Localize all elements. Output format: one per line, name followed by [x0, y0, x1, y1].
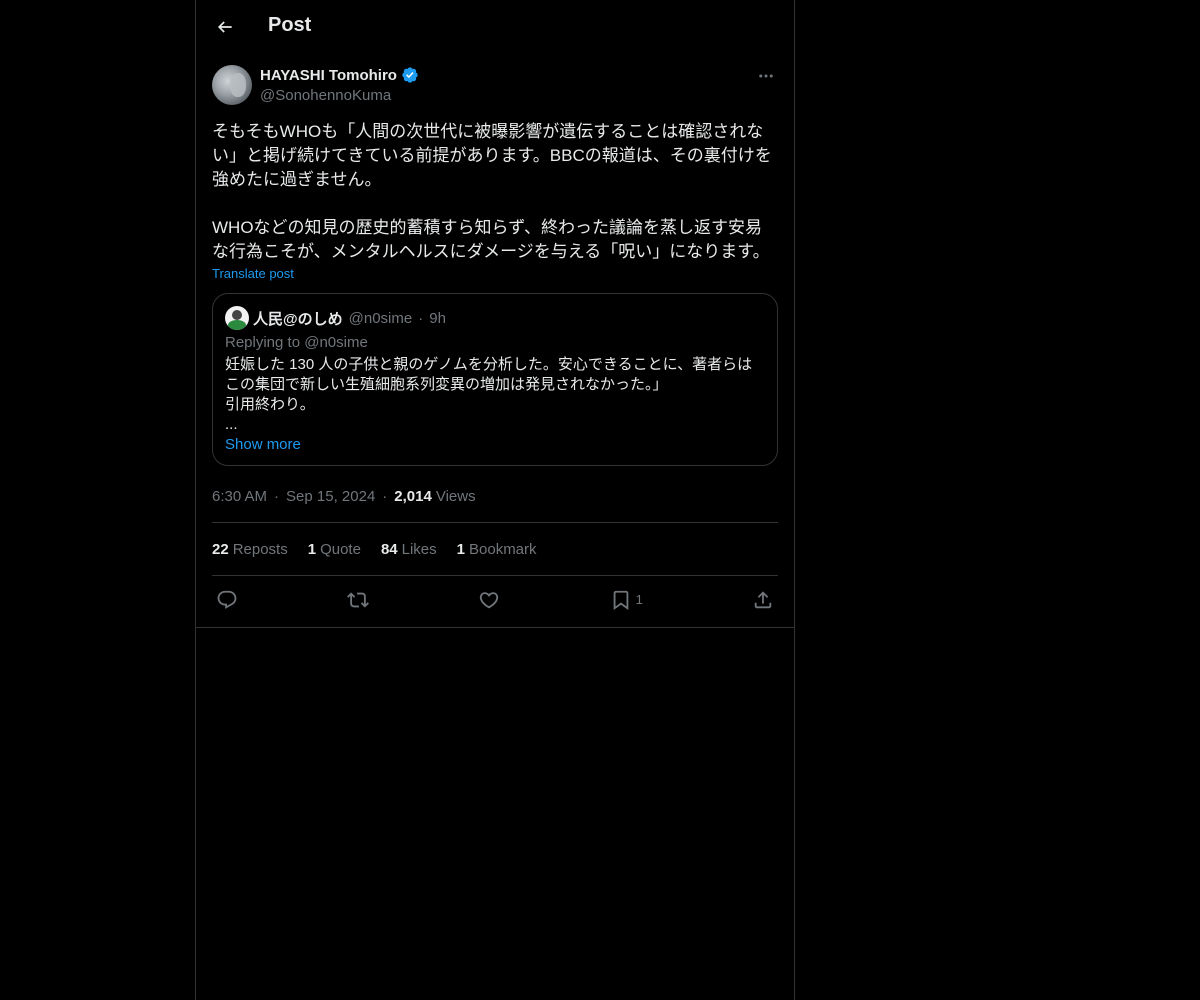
- bookmarks-count: 1: [456, 540, 465, 558]
- likes-stat[interactable]: 84 Likes: [381, 541, 437, 558]
- show-more-link[interactable]: Show more: [225, 435, 765, 455]
- author-name[interactable]: HAYASHI Tomohiro: [260, 67, 397, 84]
- engagement-stats: 22 Reposts 1 Quote 84 Likes 1 Bookmark: [212, 523, 778, 575]
- back-button[interactable]: [208, 10, 242, 44]
- likes-label: Likes: [401, 540, 437, 558]
- quote-author-handle: @n0sime: [348, 309, 413, 327]
- arrow-left-icon: [217, 21, 232, 33]
- main-column: Post HAYASHI Tomohiro @SonohennoKuma そもそ…: [195, 0, 795, 1000]
- separator-dot: ·: [418, 309, 424, 327]
- verified-badge-icon: [402, 67, 418, 83]
- quote-avatar: [225, 306, 249, 330]
- page-title: Post: [268, 14, 312, 36]
- quote-time: 9h: [429, 309, 446, 327]
- reposts-stat[interactable]: 22 Reposts: [212, 541, 288, 558]
- more-options-button[interactable]: [754, 66, 778, 86]
- quote-text: 妊娠した 130 人の子供と親のゲノムを分析した。安心できることに、著者らはこの…: [225, 356, 753, 433]
- heart-icon: [480, 591, 499, 608]
- separator-dot: ·: [274, 487, 280, 505]
- quotes-stat[interactable]: 1 Quote: [308, 541, 361, 558]
- reply-icon: [217, 590, 237, 609]
- views-count: 2,014: [394, 487, 432, 505]
- bookmarks-label: Bookmark: [469, 540, 537, 558]
- post-time[interactable]: 6:30 AM: [212, 488, 267, 505]
- quoted-post[interactable]: 人民@のしめ @n0sime · 9h Replying to @n0sime …: [212, 293, 778, 466]
- author-name-container[interactable]: HAYASHI Tomohiro: [260, 66, 419, 84]
- repost-icon: [347, 592, 370, 607]
- share-button[interactable]: [752, 589, 774, 611]
- like-button[interactable]: [478, 589, 500, 611]
- reply-button[interactable]: [216, 589, 238, 611]
- separator-dot: ·: [382, 487, 388, 505]
- bookmarks-stat[interactable]: 1 Bookmark: [457, 541, 537, 558]
- author-row: HAYASHI Tomohiro @SonohennoKuma: [212, 64, 778, 108]
- quotes-label: Quote: [320, 540, 361, 558]
- post-text: そもそもWHOも「人間の次世代に被曝影響が遺伝することは確認されない」と掲げ続け…: [212, 122, 772, 261]
- quote-author-name: 人民@のしめ: [253, 310, 343, 328]
- bookmark-icon: [613, 590, 628, 610]
- action-bar: 1: [212, 576, 778, 623]
- avatar[interactable]: [212, 65, 252, 105]
- author-handle[interactable]: @SonohennoKuma: [260, 87, 391, 104]
- divider: [196, 627, 794, 628]
- quote-author-row: 人民@のしめ @n0sime · 9h: [225, 306, 765, 330]
- quotes-count: 1: [307, 540, 317, 558]
- post-article: HAYASHI Tomohiro @SonohennoKuma そもそもWHOも…: [212, 64, 778, 623]
- views-label: Views: [435, 487, 476, 505]
- bookmark-count: 1: [635, 592, 643, 607]
- post-meta: 6:30 AM · Sep 15, 2024 · 2,014 Views: [212, 486, 778, 506]
- page-header: Post: [196, 0, 794, 53]
- more-horizontal-icon: [759, 74, 773, 78]
- reposts-label: Reposts: [232, 540, 288, 558]
- reposts-count: 22: [212, 540, 229, 558]
- replying-to: Replying to @n0sime: [225, 334, 368, 351]
- translate-post-link[interactable]: Translate post: [212, 266, 778, 281]
- likes-count: 84: [380, 540, 398, 558]
- post-date[interactable]: Sep 15, 2024: [286, 488, 375, 505]
- repost-button[interactable]: [347, 589, 370, 611]
- bookmark-button[interactable]: 1: [610, 589, 643, 611]
- share-icon: [754, 590, 772, 608]
